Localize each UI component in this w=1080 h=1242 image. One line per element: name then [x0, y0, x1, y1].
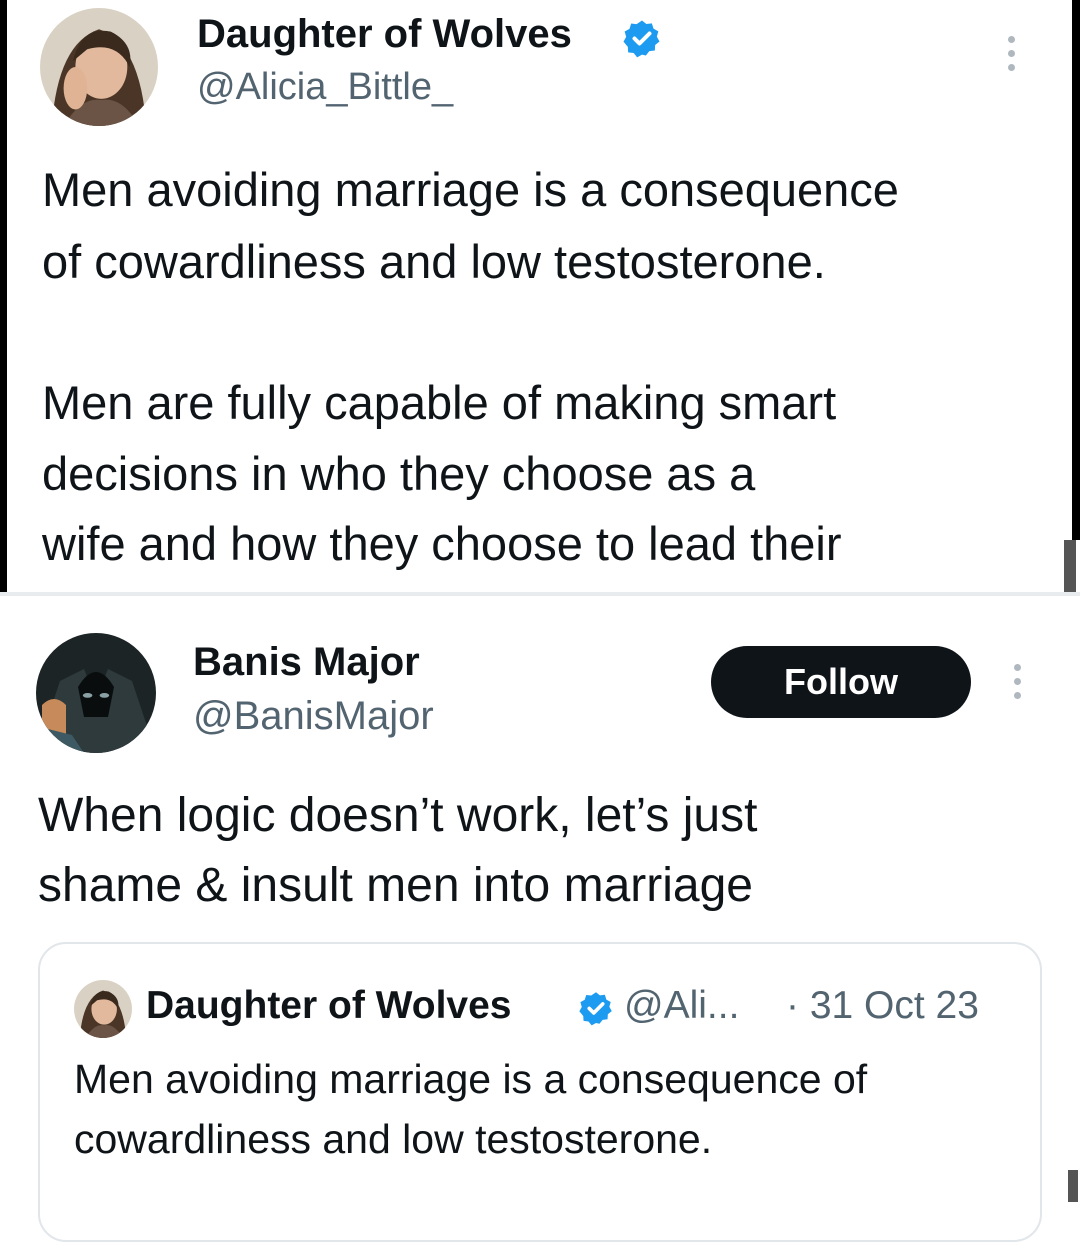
panel-divider [0, 592, 1080, 596]
post-text-line: Men are fully capable of making smart [42, 376, 837, 429]
more-options-icon[interactable] [1008, 36, 1015, 71]
post-text-line: of cowardliness and low testosterone. [42, 235, 826, 288]
scrollbar-thumb[interactable] [1064, 540, 1076, 592]
author-name[interactable]: Daughter of Wolves [197, 12, 572, 57]
scrollbar-thumb-lower[interactable] [1068, 1170, 1078, 1202]
more-options-icon[interactable] [1014, 664, 1021, 699]
quoted-author-handle: @Ali... [624, 984, 740, 1027]
follow-button[interactable]: Follow [711, 646, 971, 718]
post-text-line: shame & insult men into marriage [38, 859, 753, 912]
post-text-line: When logic doesn’t work, let’s just [38, 789, 758, 842]
author-name[interactable]: Banis Major [193, 640, 420, 685]
author-handle[interactable]: @Alicia_Bittle_ [197, 66, 453, 109]
verified-badge-icon [579, 992, 612, 1026]
post-text-line: decisions in who they choose as a [42, 447, 756, 500]
author-handle[interactable]: @BanisMajor [193, 694, 434, 739]
post-text-line: Men avoiding marriage is a consequence [42, 163, 899, 216]
avatar-banis-major[interactable] [36, 633, 156, 753]
quoted-author-name: Daughter of Wolves [146, 984, 512, 1027]
avatar-daughter-of-wolves[interactable] [40, 8, 158, 126]
screenshot-edge-right [1072, 0, 1080, 540]
quoted-text-line: cowardliness and low testosterone. [74, 1116, 713, 1162]
post-text-line: wife and how they choose to lead their [42, 517, 842, 570]
quoted-post-date: · 31 Oct 23 [786, 984, 979, 1027]
quoted-text-line: Men avoiding marriage is a consequence o… [74, 1056, 868, 1102]
screenshot-edge-left [0, 0, 7, 592]
verified-badge-icon [623, 20, 660, 58]
avatar-quoted-author [74, 980, 132, 1038]
